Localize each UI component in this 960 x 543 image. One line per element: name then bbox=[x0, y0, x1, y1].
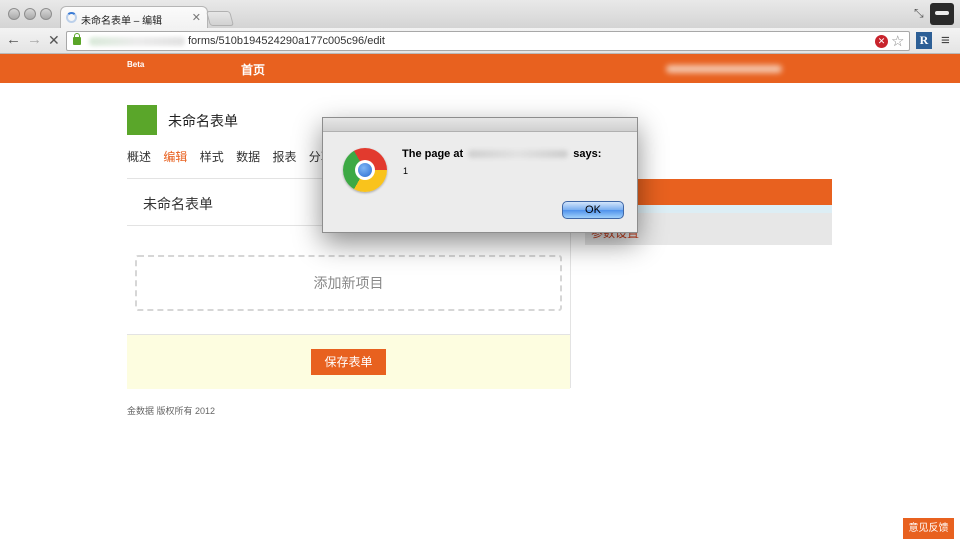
stop-loading-icon[interactable]: ✕ bbox=[48, 32, 60, 48]
footer-copyright: 金数据 版权所有 2012 bbox=[127, 406, 216, 416]
dialog-suffix: says: bbox=[573, 148, 602, 160]
fullscreen-icon[interactable]: ⤡ bbox=[914, 6, 924, 21]
add-item-dropzone[interactable]: 添加新项目 bbox=[135, 255, 562, 311]
menu-icon[interactable]: ≡ bbox=[941, 32, 950, 49]
address-bar[interactable]: forms/510b194524290a177c005c96/edit ✕ ☆ bbox=[66, 31, 910, 51]
lock-icon bbox=[73, 33, 81, 45]
tab-reports[interactable]: 报表 bbox=[272, 150, 296, 164]
window-close-button[interactable] bbox=[8, 8, 20, 20]
feedback-button[interactable]: 意见反馈 bbox=[903, 518, 954, 539]
new-tab-button[interactable] bbox=[205, 11, 235, 26]
ok-button[interactable]: OK bbox=[562, 201, 624, 219]
dialog-heading: The page at says: bbox=[402, 148, 601, 160]
window-zoom-button[interactable] bbox=[40, 8, 52, 20]
tab-title: 未命名表单 – 编辑 bbox=[81, 16, 163, 27]
home-link[interactable]: 首页 bbox=[241, 61, 265, 78]
page-title: 未命名表单 bbox=[168, 113, 238, 129]
browser-tab-bar: 未命名表单 – 编辑 ✕ ⤡ bbox=[0, 0, 960, 28]
save-area: 保存表单 bbox=[127, 334, 570, 389]
spinner-icon bbox=[66, 12, 77, 23]
editor-form-title[interactable]: 未命名表单 bbox=[143, 194, 213, 214]
url-host-redacted bbox=[89, 37, 185, 46]
stop-icon[interactable]: ✕ bbox=[875, 35, 888, 48]
dialog-prefix: The page at bbox=[402, 148, 464, 160]
dialog-host-redacted bbox=[468, 150, 569, 159]
browser-toolbar: ← → ✕ forms/510b194524290a177c005c96/edi… bbox=[0, 28, 960, 54]
extension-icon[interactable]: R bbox=[916, 32, 932, 49]
site-header: Beta 首页 bbox=[0, 54, 960, 83]
avatar[interactable] bbox=[930, 3, 954, 25]
user-menu-redacted[interactable] bbox=[666, 65, 782, 73]
beta-label: Beta bbox=[127, 60, 145, 69]
browser-tab[interactable]: 未命名表单 – 编辑 ✕ bbox=[60, 6, 208, 28]
form-logo bbox=[127, 105, 157, 135]
form-nav: 概述 编辑 样式 数据 报表 分享 bbox=[127, 148, 342, 165]
alert-dialog: The page at says: 1 OK bbox=[322, 117, 638, 233]
forward-icon[interactable]: → bbox=[27, 32, 42, 48]
tab-style[interactable]: 样式 bbox=[200, 150, 224, 164]
tab-data[interactable]: 数据 bbox=[236, 150, 260, 164]
star-icon[interactable]: ☆ bbox=[891, 32, 904, 50]
dialog-title-bar[interactable] bbox=[323, 118, 637, 132]
tab-overview[interactable]: 概述 bbox=[127, 150, 151, 164]
save-form-button[interactable]: 保存表单 bbox=[311, 349, 386, 375]
tab-edit[interactable]: 编辑 bbox=[163, 150, 187, 164]
url-path: forms/510b194524290a177c005c96/edit bbox=[188, 35, 385, 47]
dialog-message: 1 bbox=[403, 166, 409, 176]
chrome-logo-icon bbox=[343, 148, 387, 192]
window-minimize-button[interactable] bbox=[24, 8, 36, 20]
close-icon[interactable]: ✕ bbox=[192, 11, 201, 24]
back-icon[interactable]: ← bbox=[6, 32, 21, 48]
